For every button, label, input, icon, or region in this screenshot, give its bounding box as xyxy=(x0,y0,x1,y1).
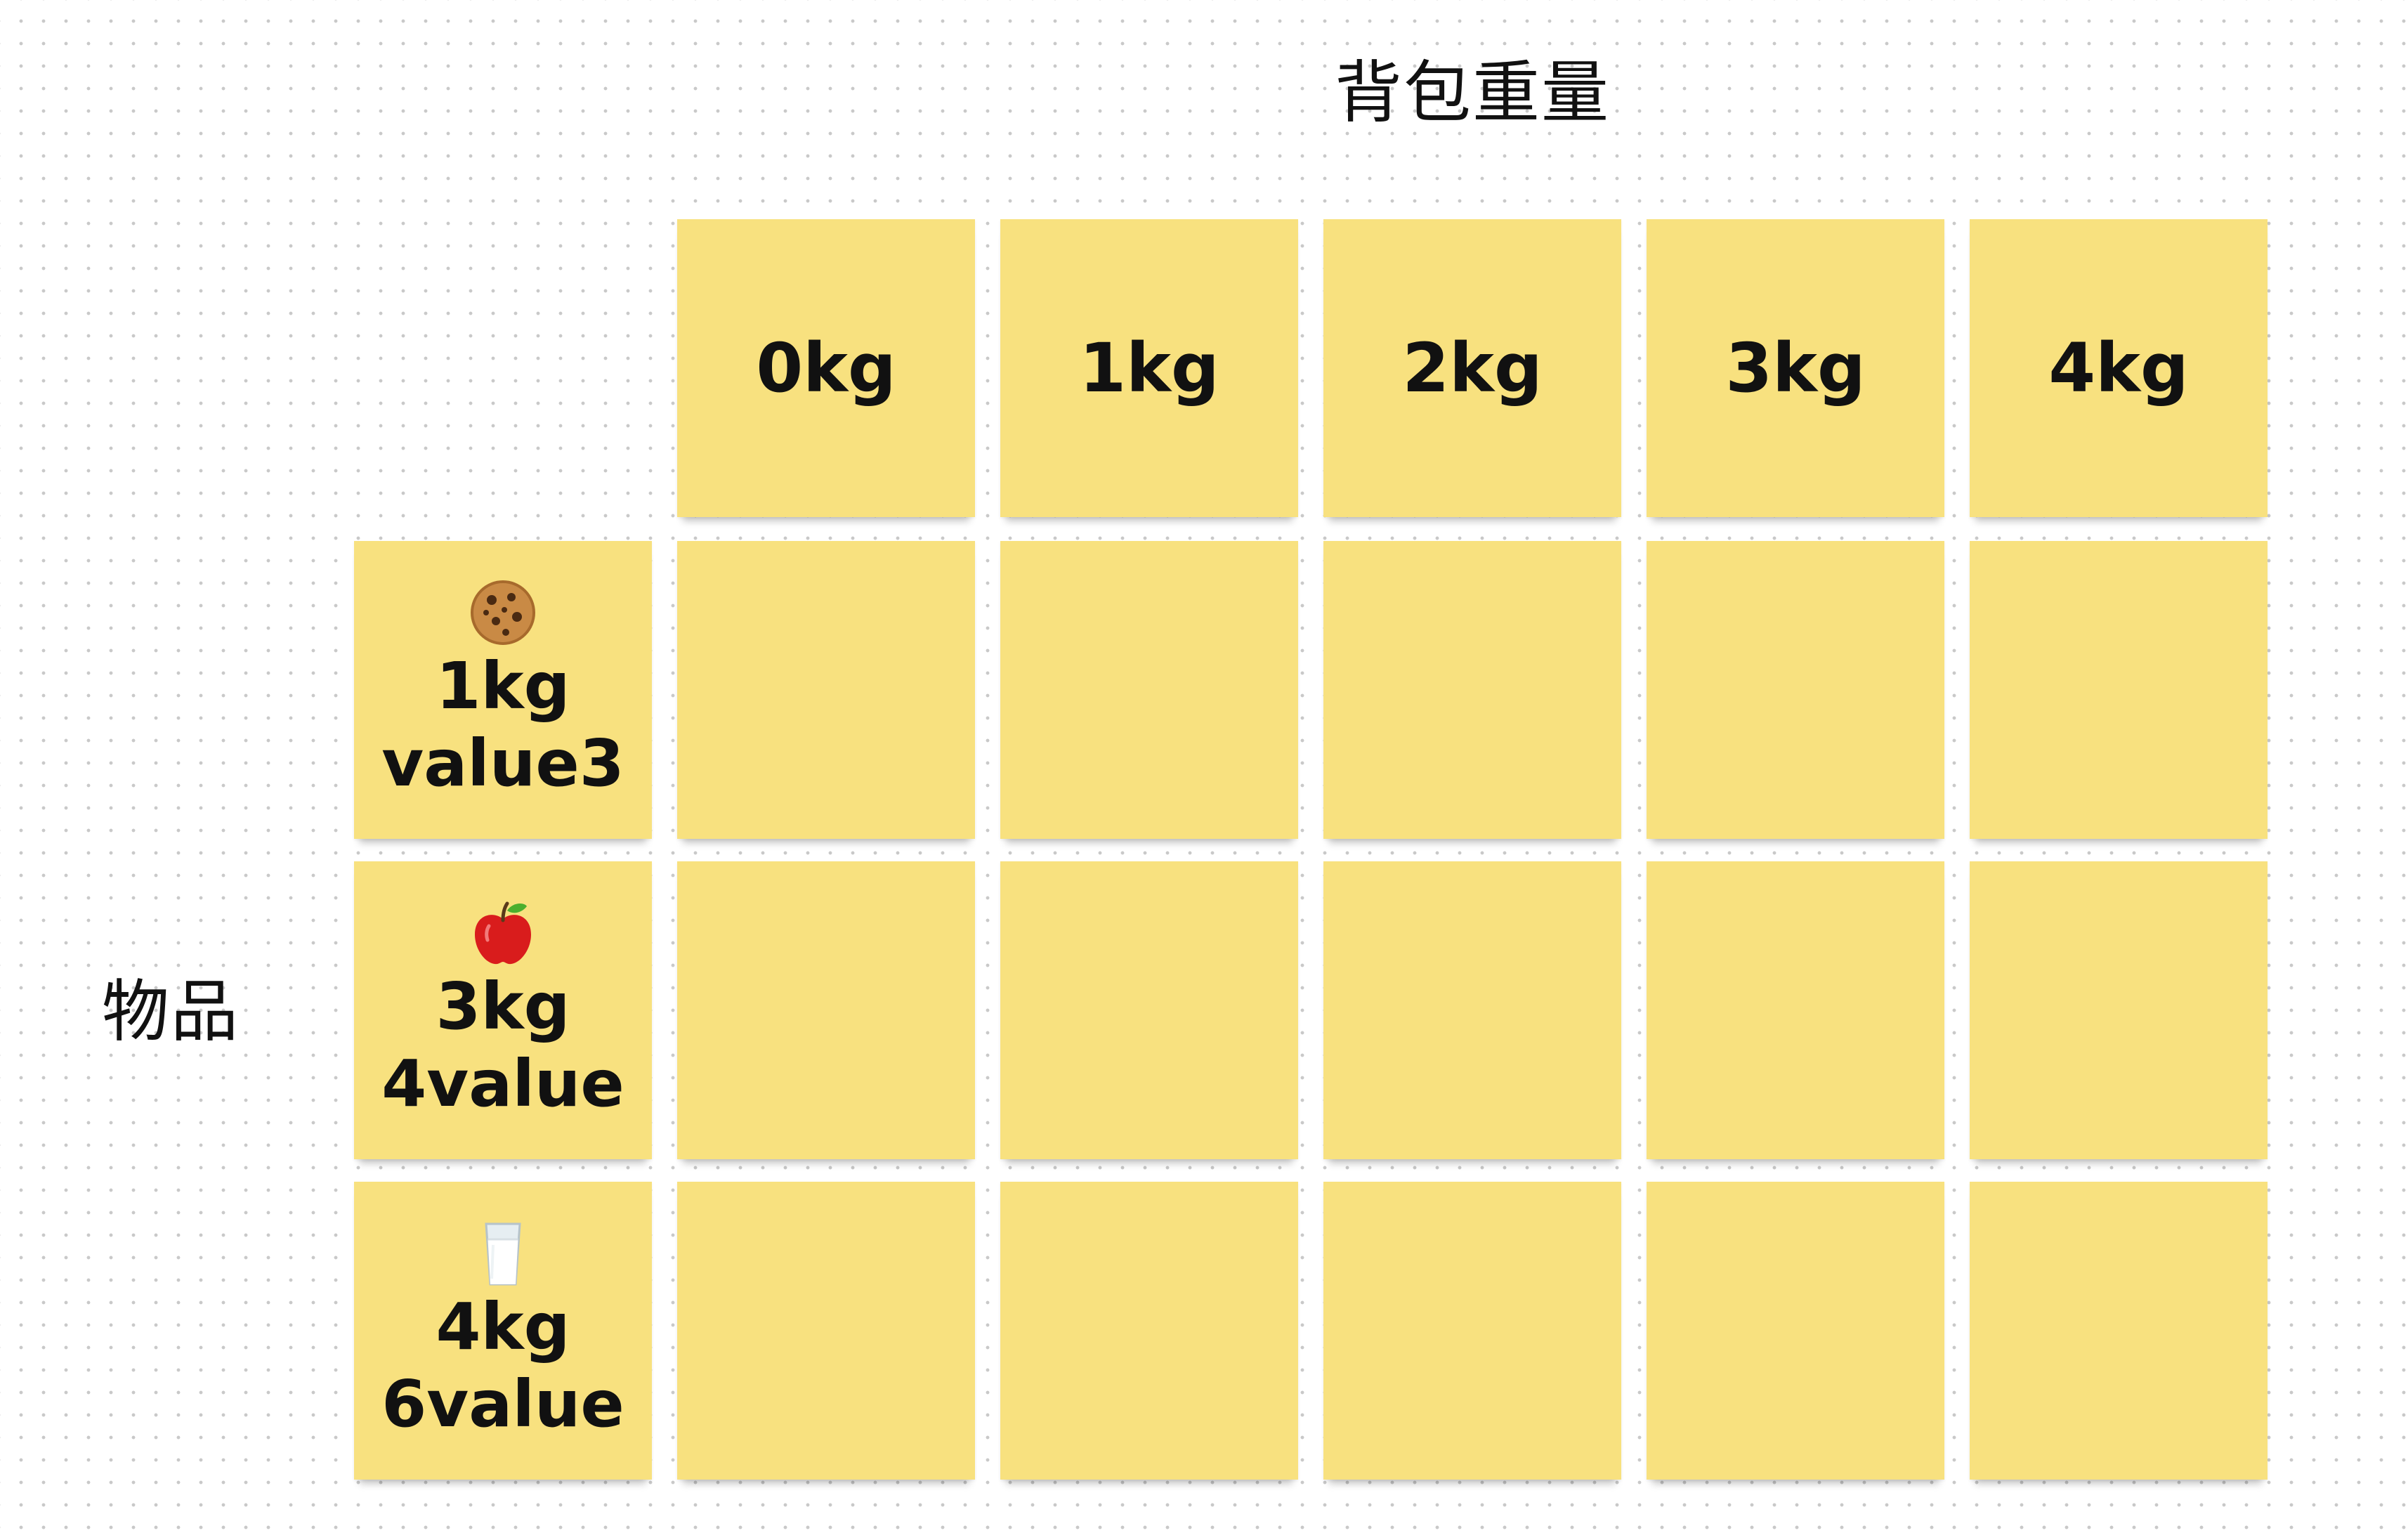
weight-header-label: 2kg xyxy=(1402,329,1543,407)
item-weight: 3kg xyxy=(436,968,570,1044)
weight-header-label: 0kg xyxy=(756,329,896,407)
grid-cell[interactable] xyxy=(1323,1182,1621,1480)
grid-cell[interactable] xyxy=(1647,541,1944,839)
grid-cell[interactable] xyxy=(1970,861,2268,1159)
items-axis-label: 物品 xyxy=(102,972,240,1051)
cookie-icon xyxy=(471,580,535,645)
grid-cell[interactable] xyxy=(1970,541,2268,839)
item-note-cookie[interactable]: 1kg value3 xyxy=(354,541,652,839)
grid-cell[interactable] xyxy=(1647,861,1944,1159)
apple-icon xyxy=(475,901,531,964)
weight-header-label: 1kg xyxy=(1079,329,1219,407)
grid-cell[interactable] xyxy=(1323,541,1621,839)
weight-header-note[interactable]: 2kg xyxy=(1323,219,1621,517)
grid-cell[interactable] xyxy=(677,541,975,839)
weight-header-note[interactable]: 1kg xyxy=(1000,219,1298,517)
item-value: 4value xyxy=(381,1046,624,1121)
item-note-milk[interactable]: 4kg 6value xyxy=(354,1182,652,1480)
milk-glass-icon xyxy=(485,1222,521,1286)
board-title: 背包重量 xyxy=(1335,53,1610,132)
grid-cell[interactable] xyxy=(1647,1182,1944,1480)
item-note-apple[interactable]: 3kg 4value xyxy=(354,861,652,1159)
item-weight: 1kg xyxy=(436,648,570,724)
grid-cell[interactable] xyxy=(1000,541,1298,839)
weight-header-label: 3kg xyxy=(1725,329,1866,407)
weight-header-note[interactable]: 0kg xyxy=(677,219,975,517)
weight-header-label: 4kg xyxy=(2048,329,2189,407)
weight-header-note[interactable]: 4kg xyxy=(1970,219,2268,517)
weight-header-note[interactable]: 3kg xyxy=(1647,219,1944,517)
item-weight: 4kg xyxy=(436,1289,570,1364)
grid-cell[interactable] xyxy=(677,1182,975,1480)
grid-cell[interactable] xyxy=(1000,1182,1298,1480)
grid-cell[interactable] xyxy=(1000,861,1298,1159)
grid-cell[interactable] xyxy=(1970,1182,2268,1480)
item-value: 6value xyxy=(381,1366,624,1442)
grid-cell[interactable] xyxy=(1323,861,1621,1159)
item-value: value3 xyxy=(381,726,624,801)
grid-cell[interactable] xyxy=(677,861,975,1159)
